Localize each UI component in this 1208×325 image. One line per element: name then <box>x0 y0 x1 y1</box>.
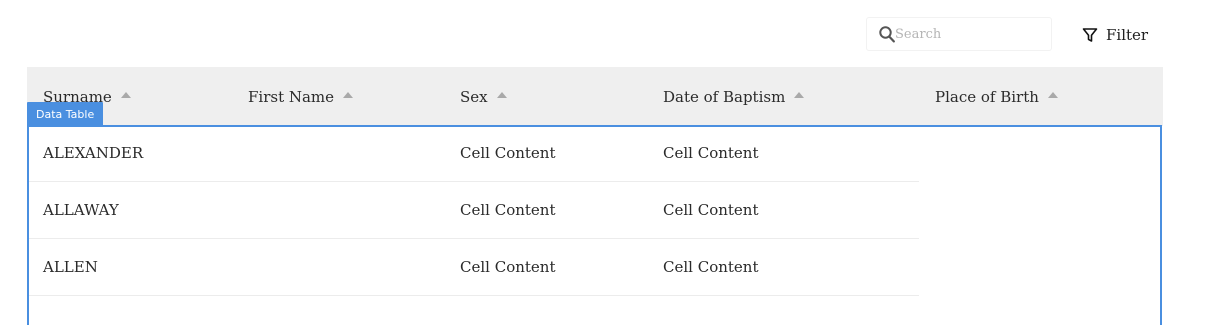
cell-date-of-baptism: Cell Content <box>663 201 759 219</box>
cell-surname: ALEXANDER <box>43 144 144 162</box>
filter-button[interactable]: Filter <box>1082 24 1148 46</box>
column-header-first-name[interactable]: First Name <box>248 67 354 126</box>
sort-ascending-icon <box>794 92 805 98</box>
cell-date-of-baptism: Cell Content <box>663 258 759 276</box>
cell-date-of-baptism: Cell Content <box>663 144 759 162</box>
column-header-label: Sex <box>460 87 488 106</box>
cell-sex: Cell Content <box>460 144 556 162</box>
table-row[interactable]: ALLAWAY Cell Content Cell Content <box>29 182 919 239</box>
column-header-place-of-birth[interactable]: Place of Birth <box>935 67 1058 126</box>
cell-surname: ALLAWAY <box>43 201 119 219</box>
column-header-label: First Name <box>248 87 335 106</box>
cell-surname: ALLEN <box>43 258 98 276</box>
cell-sex: Cell Content <box>460 201 556 219</box>
sort-ascending-icon <box>1047 92 1058 98</box>
table-row[interactable]: ALLEN Cell Content Cell Content <box>29 239 919 296</box>
table-header: Surname First Name Sex Date of Baptism P… <box>27 67 1163 126</box>
sort-ascending-icon <box>343 92 354 98</box>
table-row[interactable]: ALEXANDER Cell Content Cell Content <box>29 125 919 182</box>
column-header-label: Place of Birth <box>935 87 1039 106</box>
data-table-selection-tag: Data Table <box>27 102 104 126</box>
column-header-label: Date of Baptism <box>663 87 786 106</box>
search-input[interactable] <box>895 26 1035 42</box>
filter-label: Filter <box>1106 26 1149 44</box>
sort-ascending-icon <box>120 92 131 98</box>
column-header-date-of-baptism[interactable]: Date of Baptism <box>663 67 805 126</box>
sort-ascending-icon <box>496 92 507 98</box>
cell-sex: Cell Content <box>460 258 556 276</box>
search-icon <box>879 25 895 42</box>
filter-icon <box>1082 28 1098 42</box>
search-box[interactable] <box>866 17 1052 51</box>
column-header-sex[interactable]: Sex <box>460 67 507 126</box>
